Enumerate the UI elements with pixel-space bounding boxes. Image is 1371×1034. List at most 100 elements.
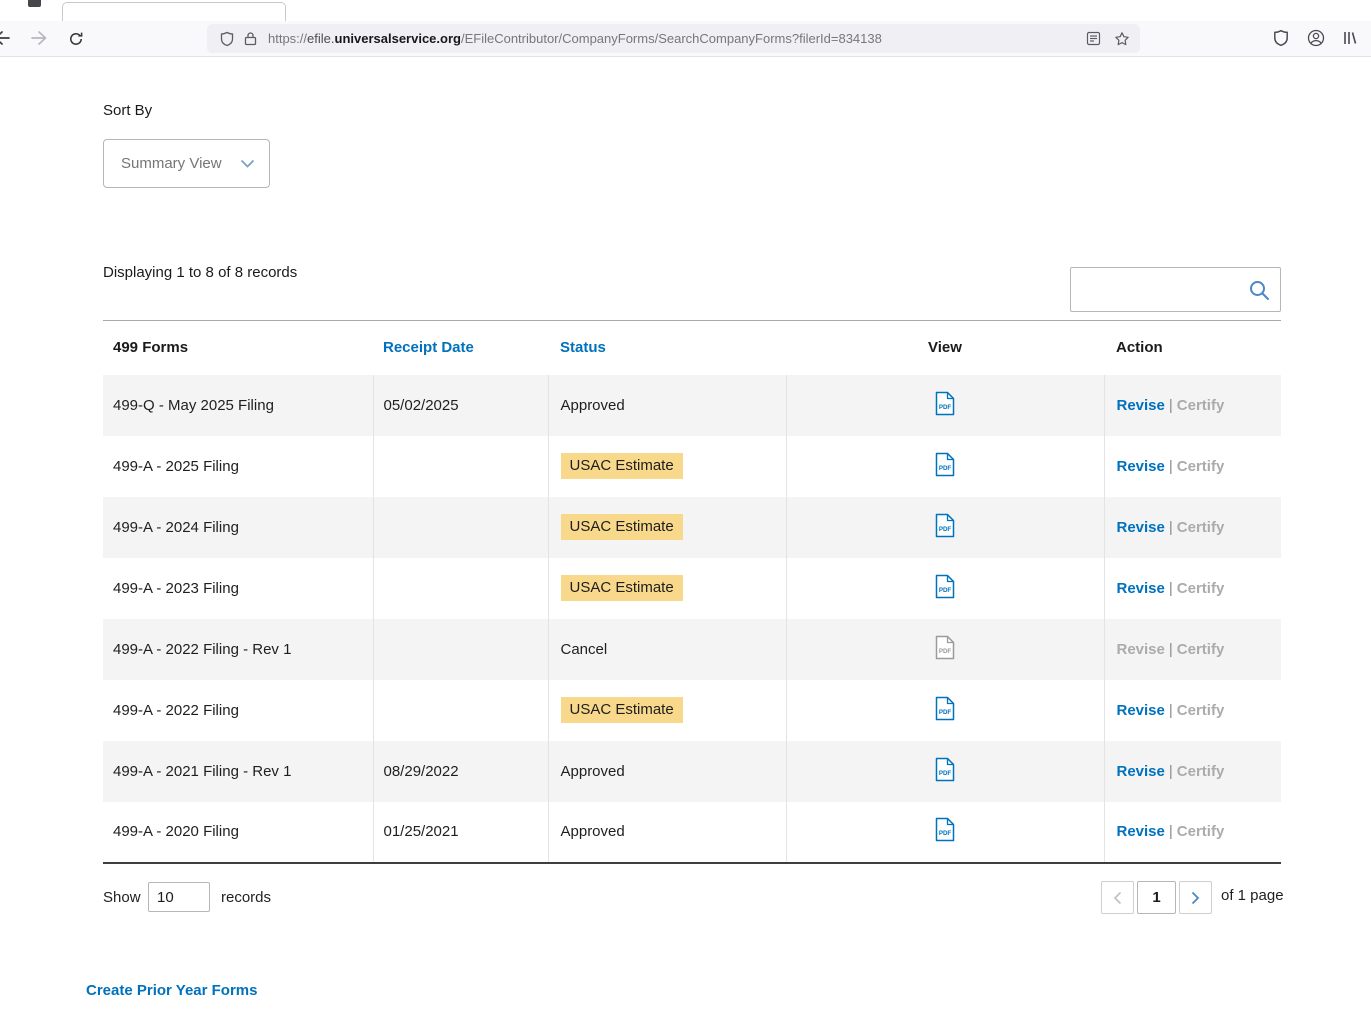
pdf-icon[interactable]: PDF — [935, 391, 955, 416]
action-cell: Revise|Certify — [1104, 497, 1281, 558]
column-header-status[interactable]: Status — [548, 321, 786, 375]
url-scheme: https:// — [268, 31, 307, 46]
address-bar[interactable]: https://efile.universalservice.org/EFile… — [207, 24, 1140, 53]
next-page-button[interactable] — [1179, 881, 1212, 914]
records-per-page-input[interactable] — [148, 882, 210, 912]
view-cell: PDF — [786, 619, 1104, 680]
chevron-left-icon — [1113, 891, 1122, 905]
sort-by-label: Sort By — [103, 102, 152, 119]
receipt-date-cell: 05/02/2025 — [373, 375, 548, 436]
form-name-cell: 499-Q - May 2025 Filing — [103, 375, 373, 436]
certify-link[interactable]: Certify — [1177, 702, 1225, 719]
forward-icon[interactable] — [30, 30, 48, 51]
svg-text:PDF: PDF — [939, 465, 952, 472]
table-row: 499-A - 2023 Filing USAC Estimate PDF Revis… — [103, 558, 1281, 619]
column-header-action: Action — [1104, 321, 1281, 375]
reload-icon[interactable] — [68, 31, 84, 52]
receipt-date-cell — [373, 619, 548, 680]
pdf-icon[interactable]: PDF — [935, 513, 955, 538]
status-text: Cancel — [561, 641, 608, 658]
library-icon[interactable] — [1342, 30, 1358, 51]
previous-page-button[interactable] — [1101, 881, 1134, 914]
form-name-cell: 499-A - 2023 Filing — [103, 558, 373, 619]
svg-text:PDF: PDF — [939, 648, 952, 655]
action-cell: Revise|Certify — [1104, 375, 1281, 436]
page-number-input[interactable] — [1137, 881, 1176, 914]
certify-link[interactable]: Certify — [1177, 823, 1225, 840]
svg-text:PDF: PDF — [939, 404, 952, 411]
shield-icon[interactable] — [219, 31, 235, 47]
revise-link[interactable]: Revise — [1117, 702, 1165, 719]
certify-link[interactable]: Certify — [1177, 763, 1225, 780]
pdf-icon[interactable]: PDF — [935, 757, 955, 782]
column-header-499-forms: 499 Forms — [103, 321, 373, 375]
url-subdomain: efile. — [307, 31, 334, 46]
url-domain: universalservice.org — [335, 31, 461, 46]
search-icon[interactable] — [1248, 279, 1270, 306]
svg-text:PDF: PDF — [939, 770, 952, 777]
revise-link[interactable]: Revise — [1117, 458, 1165, 475]
reader-view-icon[interactable] — [1086, 31, 1101, 46]
form-name-cell: 499-A - 2021 Filing - Rev 1 — [103, 741, 373, 802]
revise-link[interactable]: Revise — [1117, 641, 1165, 658]
status-cell: Approved — [548, 375, 786, 436]
revise-link[interactable]: Revise — [1117, 519, 1165, 536]
view-cell: PDF — [786, 436, 1104, 497]
svg-text:PDF: PDF — [939, 830, 952, 837]
revise-link[interactable]: Revise — [1117, 823, 1165, 840]
status-badge: USAC Estimate — [561, 453, 683, 479]
table-row: 499-A - 2021 Filing - Rev 108/29/2022App… — [103, 741, 1281, 802]
column-header-receipt-date[interactable]: Receipt Date — [373, 321, 548, 375]
records-label: records — [221, 889, 271, 906]
status-badge: USAC Estimate — [561, 575, 683, 601]
table-row: 499-A - 2024 FilingUSAC EstimatePDFRevis… — [103, 497, 1281, 558]
account-icon[interactable] — [1307, 29, 1325, 52]
revise-link[interactable]: Revise — [1117, 763, 1165, 780]
certify-link[interactable]: Certify — [1177, 519, 1225, 536]
action-separator: | — [1169, 702, 1173, 719]
browser-chrome: https://efile.universalservice.org/EFile… — [0, 0, 1371, 57]
revise-link[interactable]: Revise — [1117, 580, 1165, 597]
pdf-icon[interactable]: PDF — [935, 574, 955, 599]
table-row: 499-A - 2025 FilingUSAC EstimatePDFRevis… — [103, 436, 1281, 497]
revise-link[interactable]: Revise — [1117, 397, 1165, 414]
pdf-icon[interactable]: PDF — [935, 452, 955, 477]
view-cell: PDF — [786, 375, 1104, 436]
browser-tab[interactable] — [62, 2, 286, 21]
back-icon[interactable] — [0, 30, 11, 51]
certify-link[interactable]: Certify — [1177, 397, 1225, 414]
receipt-date-cell — [373, 497, 548, 558]
chevron-right-icon — [1191, 891, 1200, 905]
action-separator: | — [1169, 823, 1173, 840]
pdf-icon[interactable]: PDF — [935, 635, 955, 660]
pdf-icon[interactable]: PDF — [935, 817, 955, 842]
search-box — [1070, 267, 1281, 312]
certify-link[interactable]: Certify — [1177, 641, 1225, 658]
status-text: Approved — [561, 397, 625, 414]
certify-link[interactable]: Certify — [1177, 580, 1225, 597]
receipt-date-cell — [373, 436, 548, 497]
table-row: 499-A - 2022 FilingUSAC EstimatePDFRevis… — [103, 680, 1281, 741]
view-cell: PDF — [786, 741, 1104, 802]
svg-text:PDF: PDF — [939, 709, 952, 716]
status-text: Approved — [561, 823, 625, 840]
receipt-date-cell — [373, 680, 548, 741]
create-prior-year-forms-link[interactable]: Create Prior Year Forms — [86, 982, 257, 999]
status-cell: USAC Estimate — [548, 680, 786, 741]
status-cell: Cancel — [548, 619, 786, 680]
pdf-icon[interactable]: PDF — [935, 696, 955, 721]
receipt-date-cell — [373, 558, 548, 619]
view-cell: PDF — [786, 497, 1104, 558]
svg-text:PDF: PDF — [939, 587, 952, 594]
action-cell: Revise|Certify — [1104, 741, 1281, 802]
action-separator: | — [1169, 519, 1173, 536]
search-input[interactable] — [1071, 268, 1238, 311]
action-cell: Revise|Certify — [1104, 558, 1281, 619]
action-separator: | — [1169, 763, 1173, 780]
bookmark-star-icon[interactable] — [1114, 31, 1130, 47]
table-row: 499-A - 2020 Filing01/25/2021ApprovedPDF… — [103, 802, 1281, 863]
summary-view-dropdown[interactable]: Summary View — [103, 139, 270, 188]
protection-shield-icon[interactable] — [1272, 29, 1290, 52]
lock-icon[interactable] — [244, 31, 257, 46]
certify-link[interactable]: Certify — [1177, 458, 1225, 475]
